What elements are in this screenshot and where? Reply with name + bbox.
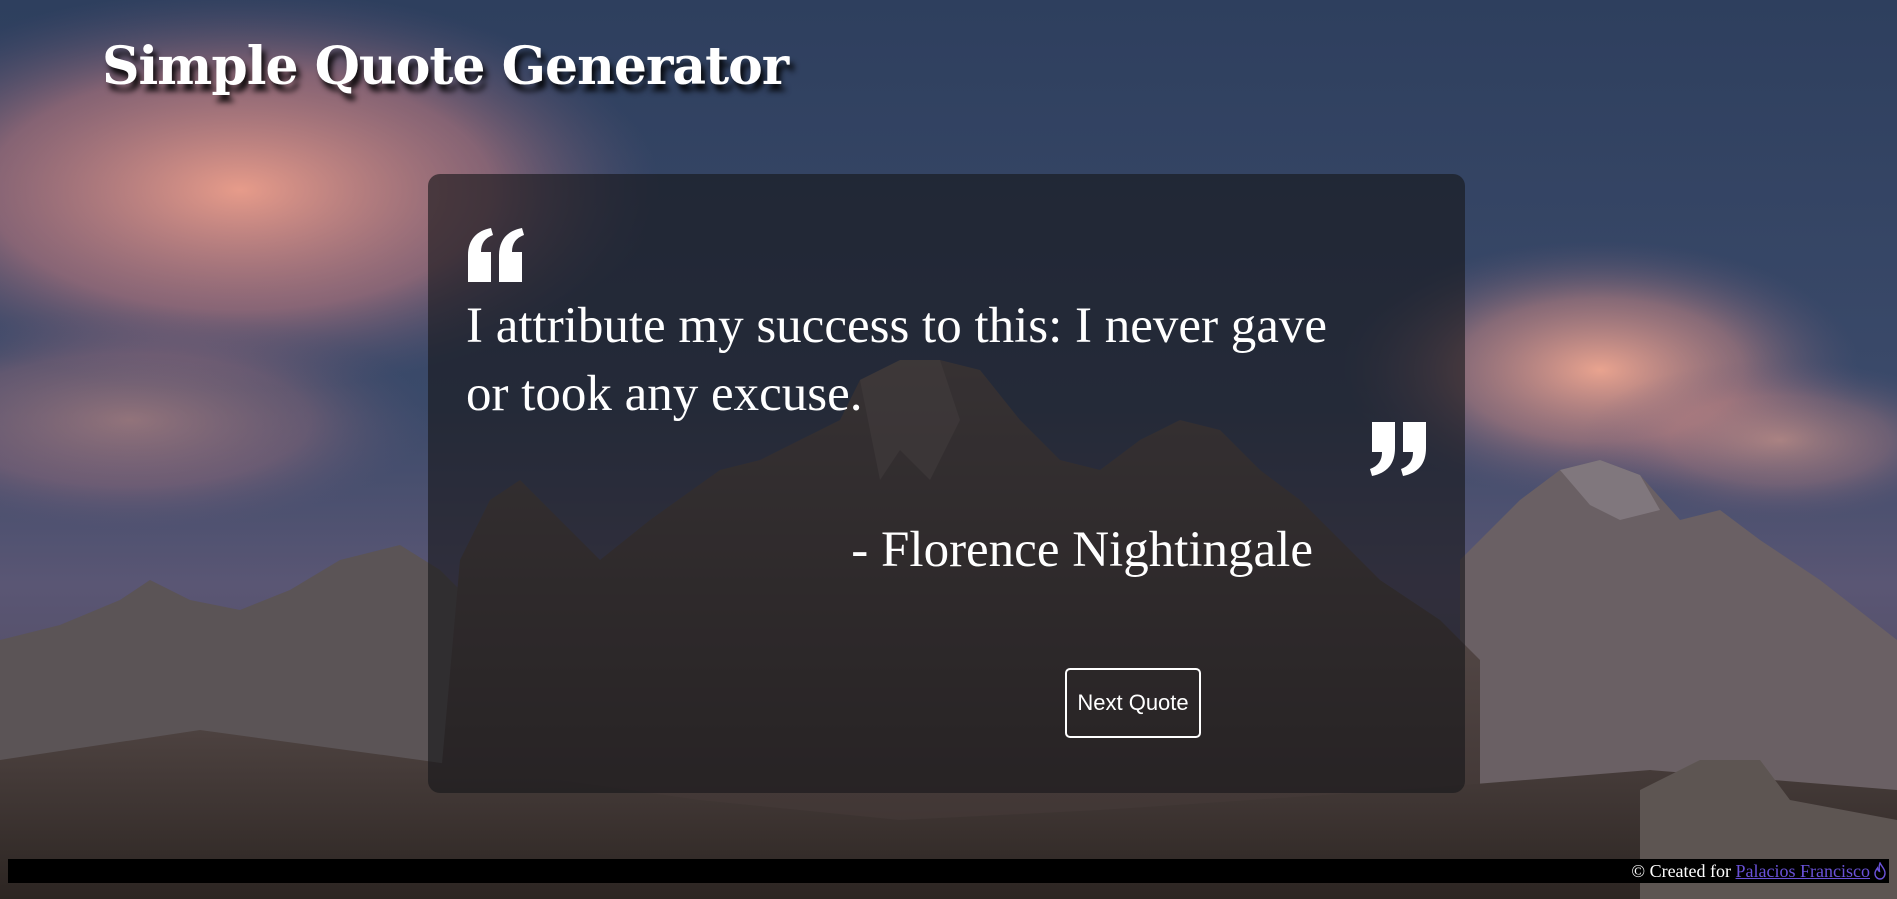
footer-credit: © Created for [1631, 861, 1736, 881]
quote-author: - Florence Nightingale [851, 522, 1313, 578]
flame-icon [1874, 862, 1886, 880]
page-title: Simple Quote Generator [102, 36, 789, 97]
quote-right-icon [1370, 422, 1426, 476]
footer: © Created for Palacios Francisco [8, 859, 1889, 883]
author-link[interactable]: Palacios Francisco [1736, 861, 1870, 881]
next-quote-button[interactable]: Next Quote [1065, 668, 1201, 738]
quote-left-icon [468, 228, 524, 282]
quote-text: I attribute my success to this: I never … [466, 298, 1328, 422]
quote-card: I attribute my success to this: I never … [428, 174, 1465, 793]
